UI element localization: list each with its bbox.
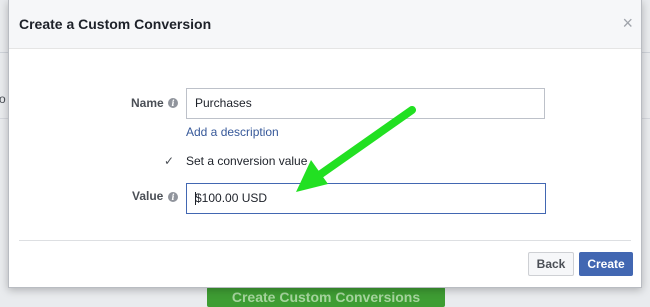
close-icon[interactable]: × <box>622 14 633 32</box>
dialog-title: Create a Custom Conversion <box>19 16 212 32</box>
set-conversion-value-label: Set a conversion value <box>186 154 308 168</box>
value-label: Value <box>132 189 164 203</box>
text-cursor <box>195 192 196 205</box>
create-conversion-dialog: Create a Custom Conversion × Name i Purc… <box>8 0 642 288</box>
back-button[interactable]: Back <box>528 252 574 276</box>
background-text-fragment: o <box>0 92 6 106</box>
footer-divider <box>19 240 631 241</box>
create-custom-conversions-button[interactable]: Create Custom Conversions <box>207 287 445 307</box>
name-input[interactable]: Purchases <box>186 88 545 119</box>
dialog-header: Create a Custom Conversion × <box>9 0 641 49</box>
info-icon[interactable]: i <box>168 192 178 202</box>
value-input[interactable]: $100.00 USD <box>186 183 546 214</box>
add-description-link[interactable]: Add a description <box>186 125 279 139</box>
check-icon[interactable]: ✓ <box>163 155 175 167</box>
create-button[interactable]: Create <box>579 252 633 276</box>
name-label: Name <box>131 96 164 110</box>
info-icon[interactable]: i <box>168 98 178 108</box>
